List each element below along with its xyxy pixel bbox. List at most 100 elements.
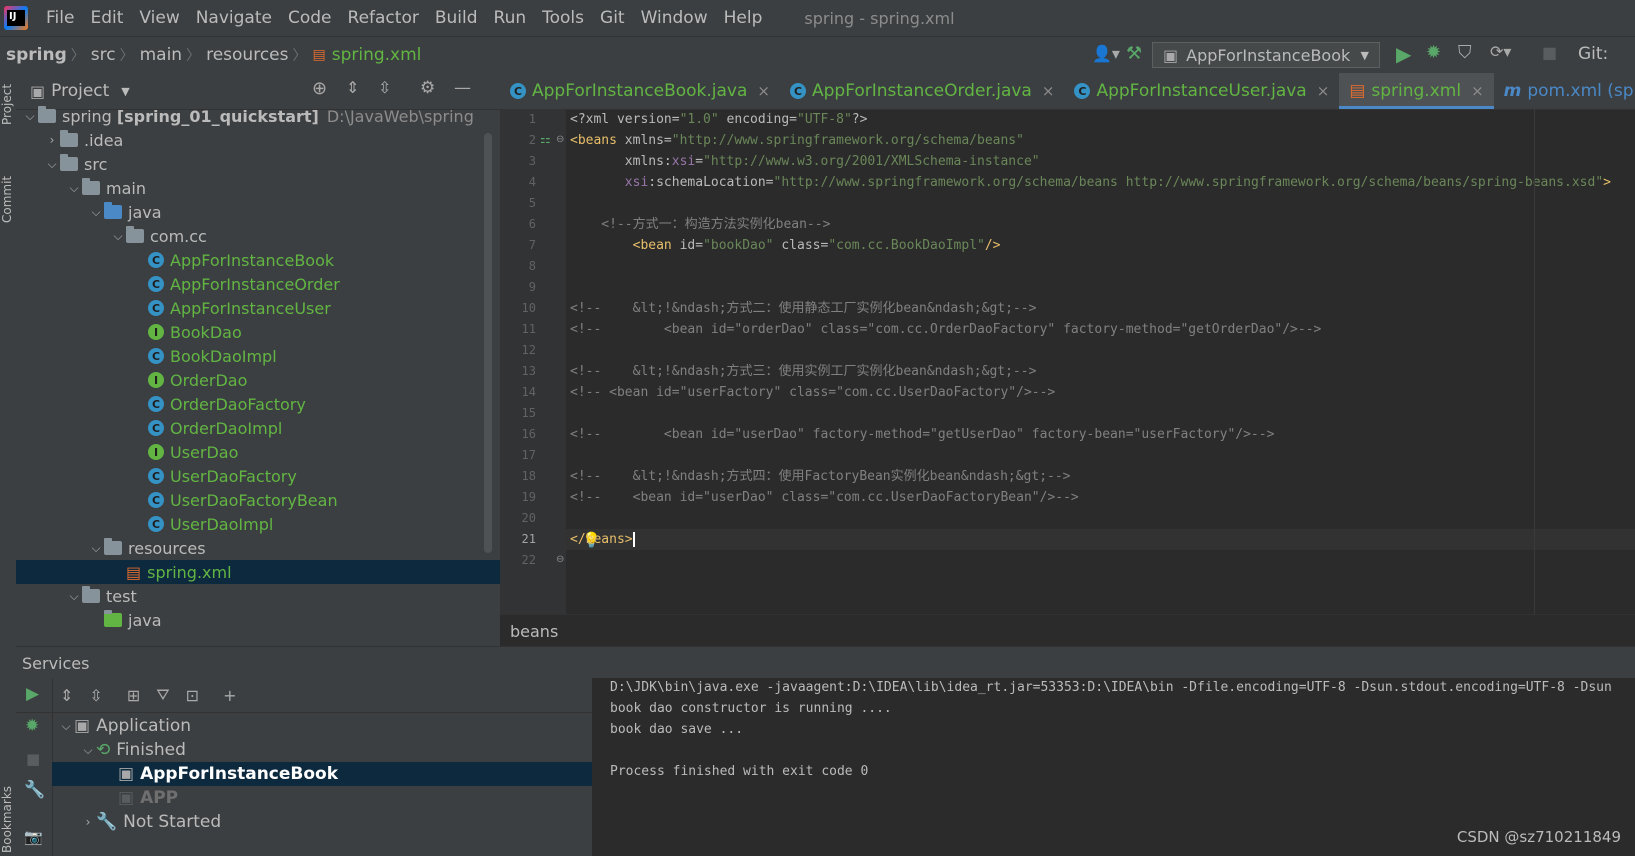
bean-gutter-icon[interactable]: ⚏ [540, 132, 551, 146]
menu-run[interactable]: Run [486, 8, 535, 28]
run-configuration-select[interactable]: ▣ AppForInstanceBook ▼ [1152, 42, 1380, 68]
run-console[interactable]: CSDN @sz710211849 D:\JDK\bin\java.exe -j… [592, 678, 1635, 856]
menu-help[interactable]: Help [716, 8, 771, 28]
chevron-down-icon[interactable]: ⌵ [22, 109, 38, 124]
menu-build[interactable]: Build [427, 8, 486, 28]
chevron-down-icon[interactable]: ▼ [121, 85, 129, 98]
expand-all-icon[interactable]: ⇕ [346, 78, 359, 97]
project-scrollbar[interactable] [484, 133, 492, 553]
chevron-down-icon[interactable]: ⌵ [58, 719, 74, 734]
collapse-all-icon[interactable]: ⇳ [89, 686, 102, 705]
gear-icon[interactable]: ⚙ [420, 78, 435, 98]
chevron-down-icon[interactable]: ⌵ [66, 589, 82, 604]
chevron-down-icon[interactable]: ⌵ [110, 229, 126, 244]
chevron-right-icon[interactable]: › [80, 815, 96, 829]
hide-panel-icon[interactable]: — [454, 78, 471, 98]
new-tab-icon[interactable]: ⊡ [186, 686, 199, 705]
camera-icon[interactable]: 📷 [24, 828, 43, 846]
close-icon[interactable]: × [757, 82, 770, 100]
tree-item[interactable]: C UserDaoFactoryBean [16, 488, 500, 512]
tree-item[interactable]: I OrderDao [16, 368, 500, 392]
breadcrumb-project[interactable]: spring [0, 45, 71, 65]
run-icon[interactable]: ▶ [1396, 42, 1411, 66]
chevron-down-icon[interactable]: ⌵ [88, 205, 104, 220]
tree-item[interactable]: C AppForInstanceBook [16, 248, 500, 272]
group-by-icon[interactable]: ⊞ [127, 686, 140, 705]
menu-refactor[interactable]: Refactor [340, 8, 427, 28]
editor-tab[interactable]: C AppForInstanceUser.java × [1064, 73, 1339, 109]
coverage-icon[interactable]: ⛉ [1458, 42, 1472, 63]
tree-item[interactable]: ⌵ src [16, 152, 500, 176]
menu-git[interactable]: Git [592, 8, 633, 28]
breadcrumb-spring-xml[interactable]: spring.xml [326, 45, 426, 65]
chevron-down-icon[interactable]: ⌵ [88, 541, 104, 556]
breadcrumb-resources[interactable]: resources [200, 45, 292, 65]
tree-item[interactable]: ⌵ main [16, 176, 500, 200]
tree-item[interactable]: C OrderDaoImpl [16, 416, 500, 440]
close-icon[interactable]: × [1042, 82, 1055, 100]
project-tool-tab[interactable]: Project [0, 84, 14, 125]
service-item[interactable]: › 🔧 Not Started [52, 810, 620, 834]
fold-icon[interactable]: ⊖ [556, 134, 564, 145]
service-item[interactable]: ▣ AppForInstanceBook [52, 762, 642, 786]
expand-all-icon[interactable]: ⇕ [60, 686, 73, 705]
service-item[interactable]: ⌵ ⟲ Finished [52, 738, 620, 762]
editor-breadcrumb-beans[interactable]: beans [510, 622, 558, 641]
close-icon[interactable]: × [1471, 82, 1484, 100]
tree-item[interactable]: ⌵ com.cc [16, 224, 500, 248]
chevron-down-icon[interactable]: ⌵ [44, 157, 60, 172]
locate-icon[interactable]: ⊕ [312, 78, 327, 99]
project-panel-title[interactable]: Project [51, 81, 109, 101]
editor-tab[interactable]: ▤ spring.xml × [1339, 73, 1494, 109]
close-icon[interactable]: × [1317, 82, 1330, 100]
tree-item[interactable]: ⌵ java [16, 200, 500, 224]
tree-item[interactable]: ⌵ resources [16, 536, 500, 560]
bookmarks-tool-tab[interactable]: Bookmarks [0, 786, 14, 853]
menu-file[interactable]: File [38, 8, 82, 28]
tree-item[interactable]: ⌵ test [16, 584, 500, 608]
tree-item[interactable]: java [16, 608, 500, 632]
chevron-down-icon[interactable]: ⌵ [80, 743, 96, 758]
git-label[interactable]: Git: [1578, 44, 1608, 64]
menu-window[interactable]: Window [633, 8, 716, 28]
stop-icon[interactable]: ■ [26, 750, 40, 768]
add-service-icon[interactable]: + [223, 686, 236, 705]
breadcrumb-src[interactable]: src [85, 45, 120, 65]
tree-item[interactable]: › .idea [16, 128, 500, 152]
menu-navigate[interactable]: Navigate [188, 8, 280, 28]
tree-item[interactable]: C UserDaoImpl [16, 512, 500, 536]
user-icon[interactable]: 👤▾ [1092, 44, 1120, 63]
profile-icon[interactable]: ⟳▾ [1490, 42, 1511, 61]
menu-edit[interactable]: Edit [82, 8, 131, 28]
tree-item[interactable]: I UserDao [16, 440, 500, 464]
wrench-icon[interactable]: 🔧 [24, 780, 45, 800]
debug-icon[interactable]: ✹ [1426, 42, 1441, 63]
menu-tools[interactable]: Tools [534, 8, 592, 28]
tree-item[interactable]: C BookDaoImpl [16, 344, 500, 368]
fold-icon[interactable]: ⊖ [556, 554, 564, 565]
debug-icon[interactable]: ✹ [25, 716, 39, 736]
tree-item[interactable]: ⌵ spring [spring_01_quickstart] D:\JavaWeb… [16, 104, 492, 128]
editor-tab[interactable]: mpom.xml (spring_01_quicksta [1494, 73, 1635, 109]
code-area[interactable]: 💡 <?xml version="1.0" encoding="UTF-8"?>… [566, 109, 1635, 614]
service-item[interactable]: ⌵ ▣ Application [52, 714, 598, 738]
editor-tab[interactable]: C AppForInstanceBook.java × [500, 73, 780, 109]
editor-tab[interactable]: C AppForInstanceOrder.java × [780, 73, 1064, 109]
tree-item[interactable]: I BookDao [16, 320, 500, 344]
collapse-all-icon[interactable]: ⇳ [378, 78, 391, 97]
tree-item[interactable]: ▤ spring.xml [16, 560, 500, 584]
tree-item[interactable]: C UserDaoFactory [16, 464, 500, 488]
stop-icon[interactable]: ■ [1542, 43, 1557, 62]
breadcrumb-main[interactable]: main [134, 45, 186, 65]
chevron-right-icon[interactable]: › [44, 133, 60, 147]
menu-view[interactable]: View [131, 8, 187, 28]
tree-item[interactable]: C OrderDaoFactory [16, 392, 500, 416]
chevron-down-icon[interactable]: ⌵ [66, 181, 82, 196]
filter-icon[interactable]: ⛛ [156, 685, 169, 705]
service-item[interactable]: ▣ APP [52, 786, 642, 810]
commit-tool-tab[interactable]: Commit [0, 176, 14, 223]
tree-item[interactable]: C AppForInstanceUser [16, 296, 500, 320]
tree-item[interactable]: C AppForInstanceOrder [16, 272, 500, 296]
build-hammer-icon[interactable]: ⚒ [1126, 43, 1142, 64]
menu-code[interactable]: Code [280, 8, 340, 28]
